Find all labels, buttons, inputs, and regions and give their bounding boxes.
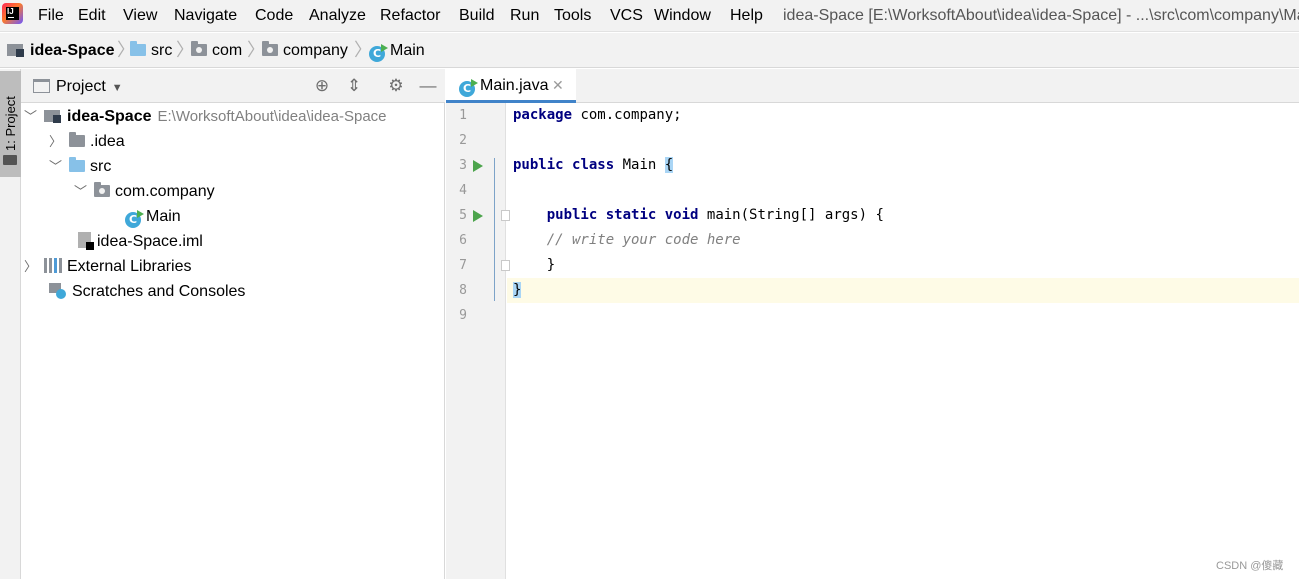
breadcrumb-com[interactable]: com [191, 41, 242, 61]
code-line-5: public static void main(String[] args) { [546, 207, 884, 223]
tree-item-idea-space[interactable]: ﹀ idea-Space E:\WorksoftAbout\idea\idea-Sp… [24, 104, 387, 129]
menu-code[interactable]: Code [255, 6, 293, 26]
breadcrumb: idea-Space 〉 src 〉 com 〉 company 〉 C Main [0, 33, 1299, 68]
menu-help[interactable]: Help [730, 6, 763, 26]
chevron-down-icon[interactable]: ﹀ [49, 154, 69, 179]
breadcrumb-project[interactable]: idea-Space [7, 41, 114, 61]
project-tool-tab-label: 1: Project [3, 96, 18, 151]
libraries-icon [44, 258, 62, 273]
code-line-7: } [513, 257, 556, 273]
package-icon [191, 41, 207, 56]
line-number: 6 [459, 233, 467, 248]
menu-run[interactable]: Run [510, 6, 539, 26]
menu-edit[interactable]: Edit [78, 6, 106, 26]
tab-main-java[interactable]: C Main.java ✕ [446, 69, 576, 103]
line-number: 8 [459, 283, 467, 298]
line-number: 9 [459, 308, 467, 323]
code-line-3: public class Main { [513, 157, 674, 173]
chevron-right-icon[interactable]: 〉 [24, 254, 44, 279]
folder-icon [3, 155, 17, 165]
breadcrumb-main[interactable]: C Main [369, 41, 425, 62]
collapse-all-icon[interactable]: ⇕ [342, 74, 366, 98]
editor-tab-bar: C Main.java ✕ [446, 69, 1299, 103]
line-number: 2 [459, 133, 467, 148]
java-class-icon: C [369, 44, 388, 62]
chevron-down-icon[interactable]: ﹀ [24, 104, 44, 129]
tree-item-com-company[interactable]: ﹀ com.company [74, 179, 215, 204]
code-line-8: } [507, 278, 1299, 303]
line-number: 3 [459, 158, 467, 173]
tree-item-iml[interactable]: idea-Space.iml [78, 229, 203, 254]
editor-gutter: 1 2 3 4 5 6 7 8 9 [446, 103, 510, 579]
window-title: idea-Space [E:\WorksoftAbout\idea\idea-S… [783, 7, 1299, 24]
menu-view[interactable]: View [123, 6, 157, 26]
tree-item-idea[interactable]: 〉 .idea [49, 129, 125, 154]
tree-item-main[interactable]: C Main [125, 204, 181, 229]
java-class-icon: C [459, 79, 478, 97]
project-tool-tab[interactable]: 1: Project [0, 71, 21, 177]
line-number: 1 [459, 108, 467, 123]
editor: C Main.java ✕ 1 2 3 4 5 6 7 8 9 package c… [446, 69, 1299, 579]
folder-icon [69, 132, 85, 147]
java-class-icon: C [125, 210, 144, 228]
intellij-logo-icon: IJ [2, 3, 23, 24]
line-number: 7 [459, 258, 467, 273]
run-class-icon[interactable] [473, 160, 483, 172]
menu-vcs[interactable]: VCS [610, 6, 643, 26]
chevron-down-icon[interactable]: ﹀ [74, 179, 94, 204]
menu-bar: IJ File Edit View Navigate Code Analyze … [0, 0, 1299, 32]
project-panel-header: Project ▼ ⊕ ⇕ ⚙ — [21, 69, 445, 103]
breadcrumb-company[interactable]: company [262, 41, 348, 61]
menu-tools[interactable]: Tools [554, 6, 591, 26]
tree-item-src[interactable]: ﹀ src [49, 154, 111, 179]
project-folder-icon [7, 41, 25, 57]
scratches-icon [49, 283, 67, 299]
project-folder-icon [44, 107, 62, 123]
package-icon [262, 41, 278, 56]
source-folder-icon [130, 41, 146, 56]
iml-file-icon [78, 232, 94, 250]
project-panel: Project ▼ ⊕ ⇕ ⚙ — ﹀ idea-Space E:\WorksoftA… [21, 69, 445, 579]
tool-window-strip: 1: Project [0, 69, 21, 579]
line-number: 5 [459, 208, 467, 223]
code-area[interactable]: package com.company; public class Main {… [507, 103, 1299, 579]
project-view-icon [33, 79, 50, 93]
menu-window[interactable]: Window [654, 6, 711, 26]
close-icon[interactable]: ✕ [552, 77, 564, 94]
breadcrumb-src[interactable]: src [130, 41, 172, 61]
chevron-down-icon: ▼ [111, 82, 123, 94]
menu-file[interactable]: File [38, 6, 64, 26]
code-line-6: // write your code here [513, 232, 741, 248]
chevron-right-icon[interactable]: 〉 [49, 129, 69, 154]
run-main-icon[interactable] [473, 210, 483, 222]
source-folder-icon [69, 157, 85, 172]
tree-item-scratches[interactable]: Scratches and Consoles [49, 279, 245, 304]
locate-file-icon[interactable]: ⊕ [310, 74, 334, 98]
project-view-selector[interactable]: Project ▼ [33, 77, 123, 98]
scope-indicator-line [494, 158, 495, 301]
tree-item-external-libraries[interactable]: 〉 External Libraries [24, 254, 192, 279]
package-icon [94, 182, 110, 197]
code-line-1: package com.company; [513, 107, 682, 123]
menu-build[interactable]: Build [459, 6, 495, 26]
menu-refactor[interactable]: Refactor [380, 6, 440, 26]
tab-main-java-label: Main.java [480, 77, 549, 94]
hide-panel-icon[interactable]: — [416, 74, 440, 98]
gear-icon[interactable]: ⚙ [384, 74, 408, 98]
menu-navigate[interactable]: Navigate [174, 6, 237, 26]
menu-analyze[interactable]: Analyze [309, 6, 366, 26]
line-number: 4 [459, 183, 467, 198]
watermark: CSDN @傻藏 [1216, 560, 1284, 572]
